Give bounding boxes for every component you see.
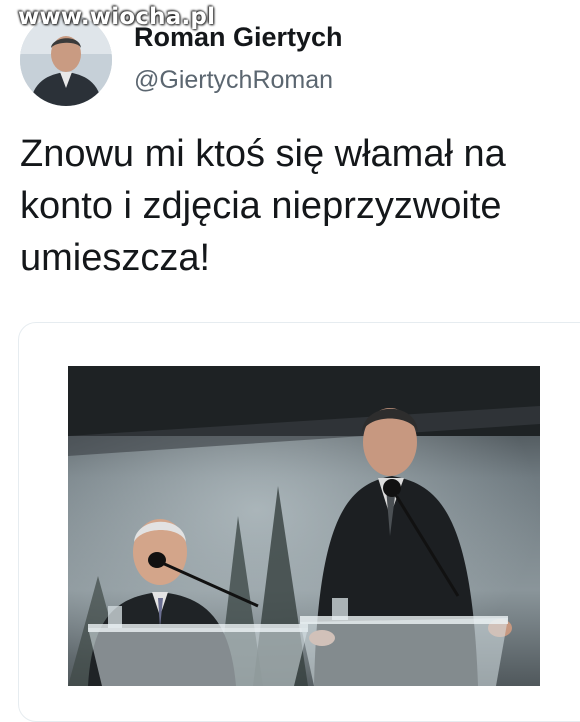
tweet-line: konto i zdjęcia nieprzyzwoite: [20, 185, 502, 227]
tweet-line: Znowu mi ktoś się włamał na: [20, 133, 506, 175]
tweet-photo[interactable]: [68, 366, 540, 686]
press-conference-photo: [68, 366, 540, 686]
tweet-line: umieszcza!: [20, 237, 211, 279]
site-watermark: www.wiocha.pl: [18, 4, 216, 30]
author-handle[interactable]: @GiertychRoman: [134, 66, 333, 95]
tweet-text: Znowu mi ktoś się włamał na konto i zdję…: [20, 128, 570, 284]
